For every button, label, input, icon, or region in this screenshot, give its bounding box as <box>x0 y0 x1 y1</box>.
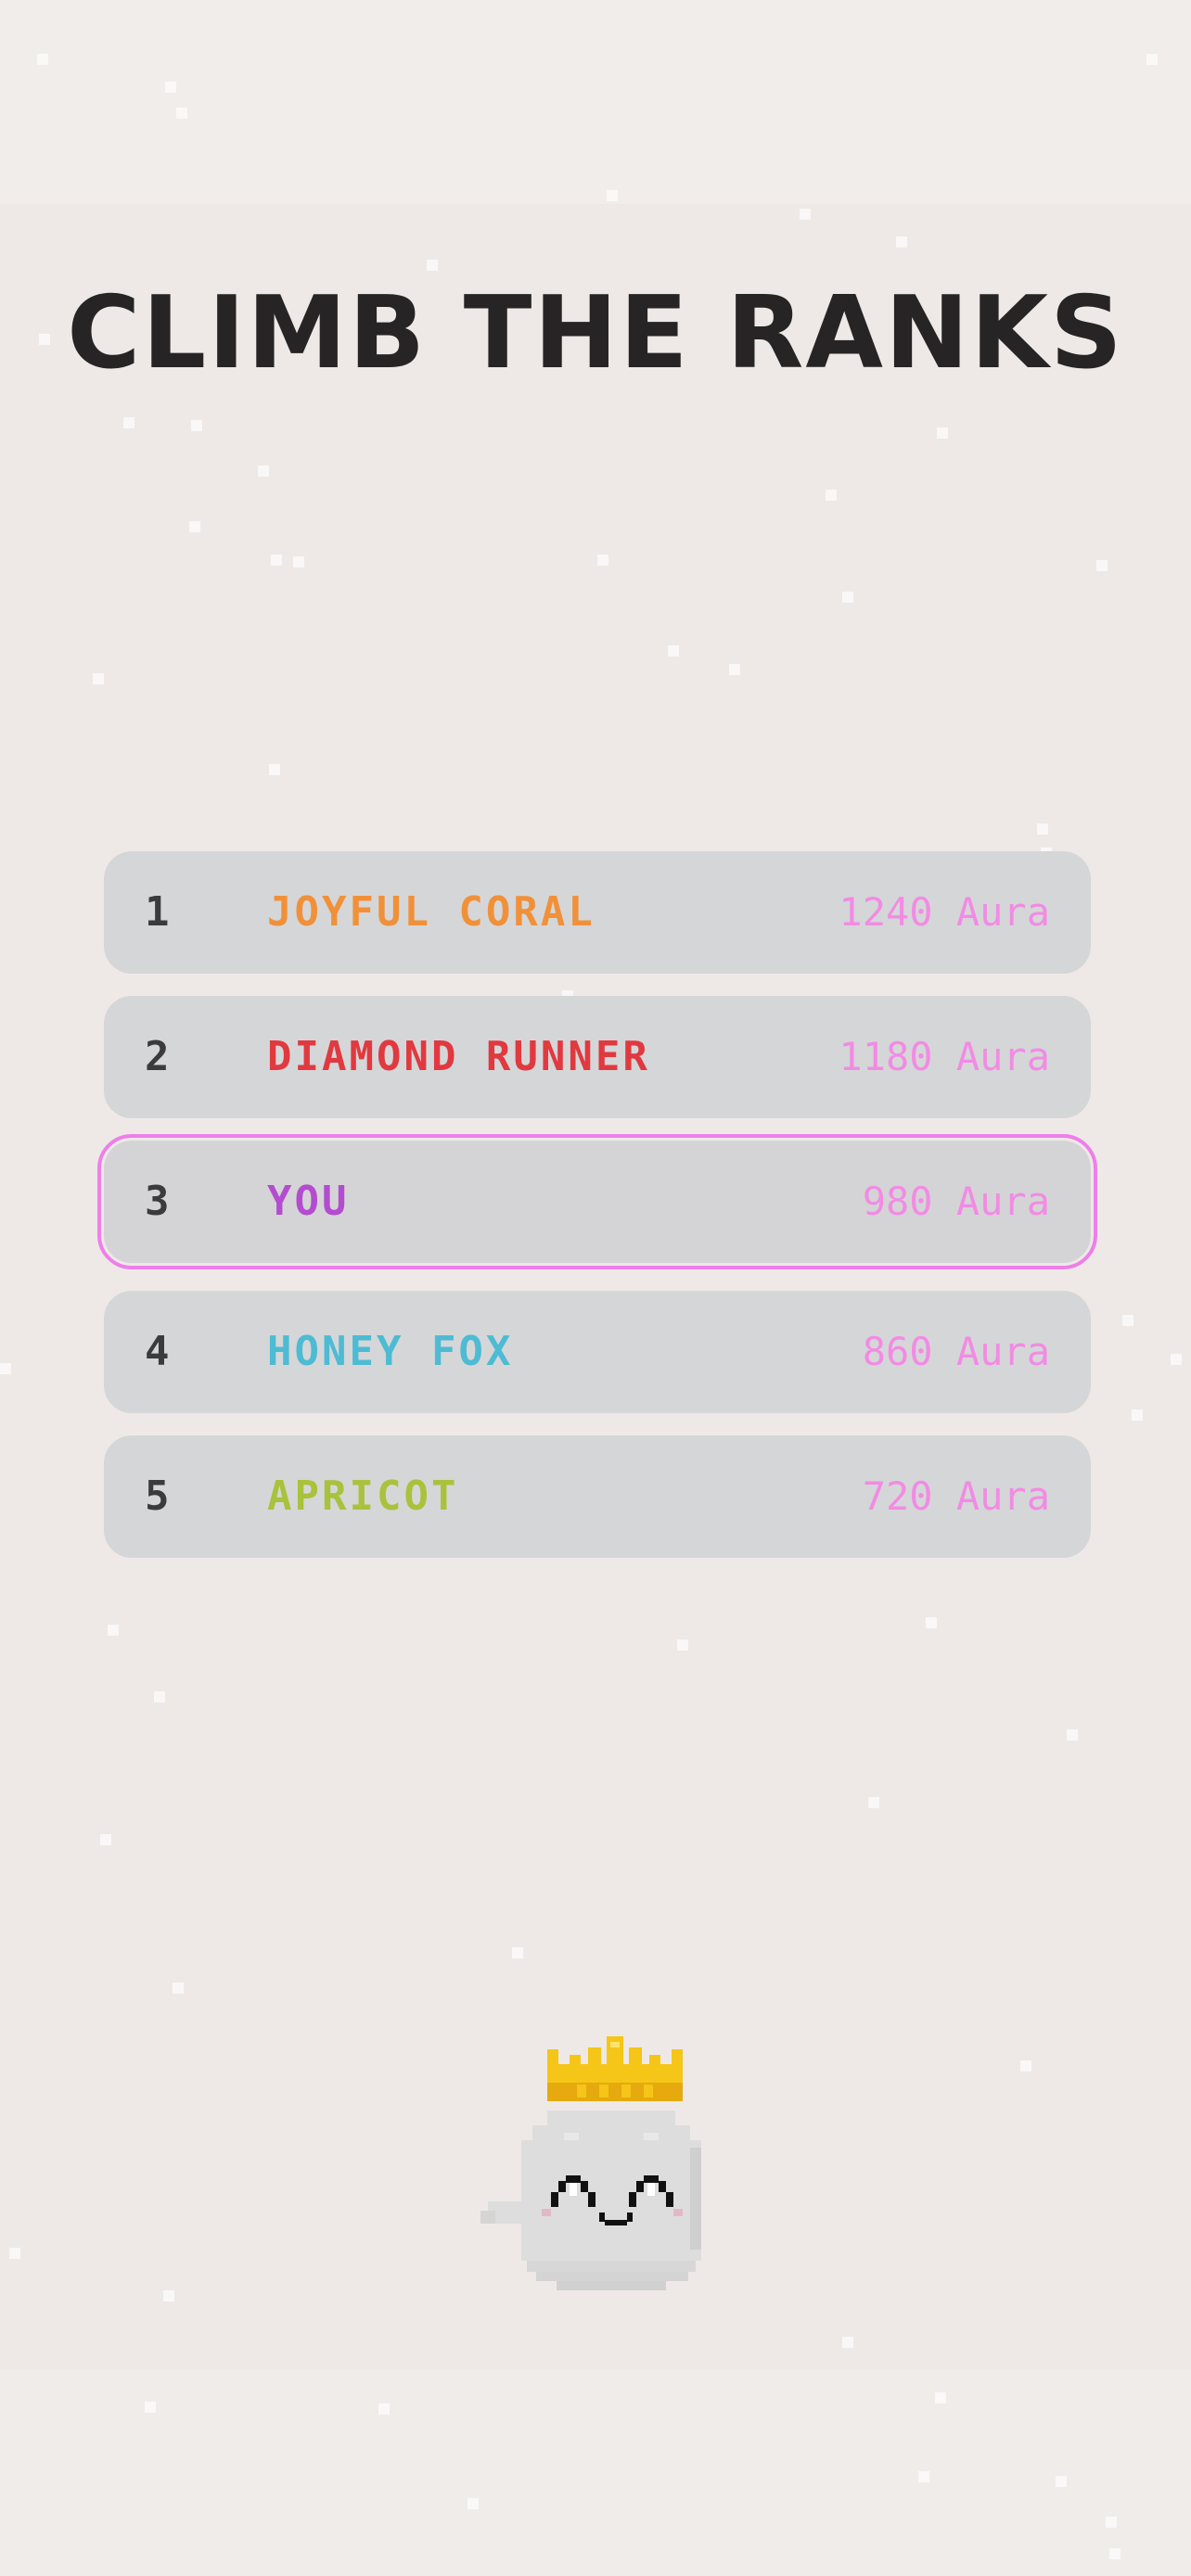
speckle <box>677 1639 688 1651</box>
aura-score: 860 Aura <box>862 1329 1050 1374</box>
speckle <box>800 209 811 220</box>
speckle <box>512 1947 523 1958</box>
aura-score: 1180 Aura <box>839 1034 1050 1079</box>
speckle <box>467 2498 479 2509</box>
speckle <box>269 764 280 775</box>
speckle <box>108 1625 119 1636</box>
leaderboard: 1 JOYFUL CORAL 1240 Aura 2 DIAMOND RUNNE… <box>97 851 1097 1580</box>
speckle <box>189 521 200 532</box>
rank-number: 1 <box>145 888 170 936</box>
speckle <box>1037 823 1048 835</box>
rank-number: 3 <box>145 1178 170 1225</box>
speckle <box>868 1797 879 1808</box>
speckle <box>896 236 907 248</box>
player-name: JOYFUL CORAL <box>267 888 596 936</box>
speckle <box>1106 2517 1117 2528</box>
aura-score: 720 Aura <box>862 1473 1050 1519</box>
speckle <box>154 1691 165 1702</box>
speckle <box>842 2337 853 2348</box>
speckle <box>293 556 304 567</box>
speckle <box>918 2471 929 2482</box>
speckle <box>826 490 837 501</box>
bottom-band <box>0 2369 1191 2576</box>
rank-number: 5 <box>145 1473 170 1520</box>
speckle <box>1122 1315 1133 1326</box>
rank-number: 4 <box>145 1328 170 1375</box>
player-name: YOU <box>267 1178 350 1225</box>
player-name: HONEY FOX <box>267 1328 514 1375</box>
aura-score: 980 Aura <box>862 1179 1050 1224</box>
speckle <box>123 417 134 428</box>
speckle <box>1132 1409 1143 1421</box>
speckle <box>191 420 202 431</box>
aura-score: 1240 Aura <box>839 889 1050 935</box>
rank-number: 2 <box>145 1033 170 1080</box>
speckle <box>163 2290 174 2302</box>
speckle <box>378 2404 390 2415</box>
leaderboard-row-2[interactable]: 2 DIAMOND RUNNER 1180 Aura <box>104 996 1091 1118</box>
speckle <box>0 1363 11 1374</box>
speckle <box>100 1834 111 1845</box>
speckle <box>597 555 608 566</box>
crowned-ghost-icon <box>480 2036 731 2298</box>
crowned-ghost-icon <box>480 2036 701 2290</box>
speckle <box>842 592 853 603</box>
speckle <box>1171 1354 1182 1365</box>
speckle <box>173 1983 184 1994</box>
player-name: APRICOT <box>267 1473 459 1520</box>
speckle <box>258 465 269 477</box>
speckle <box>668 645 679 657</box>
speckle <box>926 1617 937 1628</box>
crown-icon <box>547 2036 683 2101</box>
speckle <box>607 190 618 201</box>
leaderboard-row-4[interactable]: 4 HONEY FOX 860 Aura <box>104 1291 1091 1413</box>
speckle <box>729 664 740 675</box>
speckle <box>1096 560 1108 571</box>
speckle <box>165 82 176 93</box>
speckle <box>145 2402 156 2413</box>
speckle <box>1020 2060 1031 2072</box>
speckle <box>1067 1729 1078 1741</box>
leaderboard-row-5[interactable]: 5 APRICOT 720 Aura <box>104 1435 1091 1558</box>
player-name: DIAMOND RUNNER <box>267 1033 650 1080</box>
speckle <box>935 2392 946 2404</box>
top-band <box>0 0 1191 204</box>
speckle <box>93 673 104 684</box>
speckle <box>9 2248 20 2259</box>
leaderboard-row-1[interactable]: 1 JOYFUL CORAL 1240 Aura <box>104 851 1091 974</box>
speckle <box>176 108 187 119</box>
speckle <box>37 54 48 65</box>
speckle <box>1109 2548 1121 2559</box>
page-title: CLIMB THE RANKS <box>67 275 1124 391</box>
leaderboard-row-you[interactable]: 3 YOU 980 Aura <box>97 1134 1097 1269</box>
speckle <box>271 555 282 566</box>
speckle <box>1146 54 1158 65</box>
speckle <box>937 427 948 439</box>
speckle <box>1056 2476 1067 2487</box>
